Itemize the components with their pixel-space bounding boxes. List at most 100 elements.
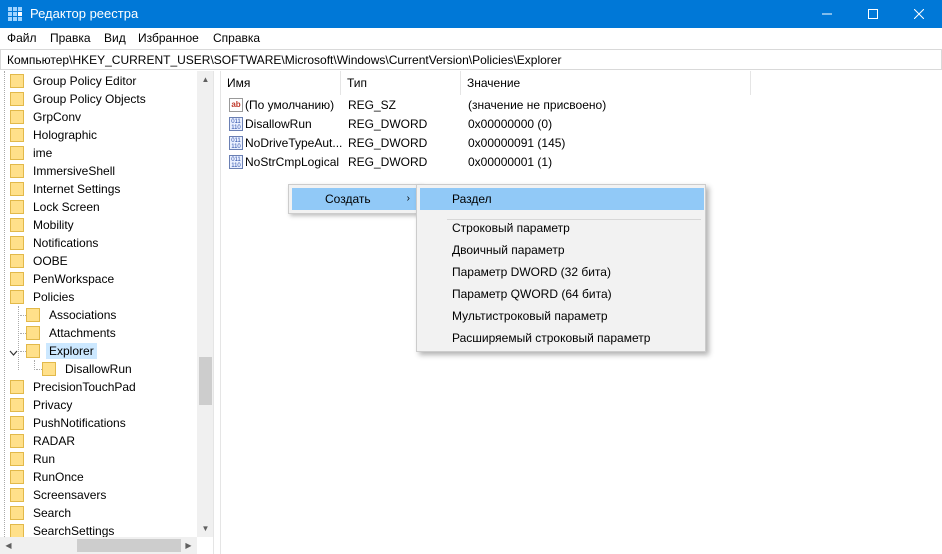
submenu-item[interactable]: Мультистроковый параметр xyxy=(420,305,704,327)
submenu-item-label: Параметр QWORD (64 бита) xyxy=(452,287,612,301)
folder-icon xyxy=(26,326,40,340)
folder-icon xyxy=(10,524,24,538)
folder-icon xyxy=(10,164,24,178)
submenu-item-label: Двоичный параметр xyxy=(452,243,565,257)
folder-icon xyxy=(10,146,24,160)
menu-help[interactable]: Справка xyxy=(213,31,260,46)
tree-item[interactable]: Privacy xyxy=(10,396,75,414)
close-icon xyxy=(914,9,924,19)
tree-item[interactable]: ime xyxy=(10,144,55,162)
value-name: NoDriveTypeAut... xyxy=(245,136,343,150)
tree-item[interactable]: Internet Settings xyxy=(10,180,123,198)
tree-item[interactable]: Run xyxy=(10,450,58,468)
submenu-item-label: Расширяемый строковый параметр xyxy=(452,331,651,345)
folder-icon xyxy=(10,434,24,448)
submenu-item[interactable]: Параметр QWORD (64 бита) xyxy=(420,283,704,305)
tree-item[interactable]: Holographic xyxy=(10,126,100,144)
tree-horizontal-scrollbar[interactable]: ◀ ▶ xyxy=(0,537,197,554)
address-path[interactable]: Компьютер\HKEY_CURRENT_USER\SOFTWARE\Mic… xyxy=(7,53,561,67)
tree-item-label: Attachments xyxy=(49,326,116,340)
tree-item[interactable]: Group Policy Editor xyxy=(10,72,139,90)
tree-item-label: Lock Screen xyxy=(33,200,100,214)
tree-item[interactable]: PrecisionTouchPad xyxy=(10,378,139,396)
tree-item[interactable]: ImmersiveShell xyxy=(10,162,118,180)
minimize-icon xyxy=(822,13,832,15)
tree-item[interactable]: GrpConv xyxy=(10,108,84,126)
tree-item[interactable]: Policies xyxy=(10,288,77,306)
tree-item-label: Search xyxy=(33,506,72,520)
tree-item[interactable]: PenWorkspace xyxy=(10,270,117,288)
address-bar[interactable]: Компьютер\HKEY_CURRENT_USER\SOFTWARE\Mic… xyxy=(0,49,942,70)
value-row[interactable]: ab (По умолчанию) REG_SZ (значение не присв… xyxy=(221,96,941,115)
tree-item[interactable]: PushNotifications xyxy=(10,414,129,432)
folder-icon xyxy=(10,74,24,88)
tree-hscroll-thumb[interactable] xyxy=(77,539,181,552)
tree-item[interactable]: Notifications xyxy=(10,234,101,252)
context-menu: Создать › xyxy=(288,184,422,214)
string-value-icon: ab xyxy=(229,98,243,112)
tree-item-label: PrecisionTouchPad xyxy=(33,380,136,394)
column-header-type[interactable]: Тип xyxy=(341,71,461,95)
tree-item[interactable]: OOBE xyxy=(10,252,71,270)
tree-item[interactable]: Mobility xyxy=(10,216,77,234)
column-header-value[interactable]: Значение xyxy=(461,71,751,95)
value-type: REG_SZ xyxy=(348,98,397,112)
tree-item[interactable]: Screensavers xyxy=(10,486,109,504)
tree-vscroll-thumb[interactable] xyxy=(199,357,212,405)
folder-icon xyxy=(10,182,24,196)
tree-item[interactable]: Associations xyxy=(26,306,119,324)
submenu-item-label: Строковый параметр xyxy=(452,221,570,235)
minimize-button[interactable] xyxy=(804,0,850,28)
submenu-item[interactable]: Раздел xyxy=(420,188,704,210)
key-tree-panel[interactable]: Group Policy Editor Group Policy Objects G… xyxy=(0,71,214,554)
tree-item[interactable]: DisallowRun xyxy=(42,360,135,378)
tree-item[interactable]: RunOnce xyxy=(10,468,87,486)
folder-icon xyxy=(10,110,24,124)
submenu-item-label: Мультистроковый параметр xyxy=(452,309,608,323)
tree-vertical-scrollbar[interactable]: ▲ ▼ xyxy=(197,71,213,537)
scroll-up-icon[interactable]: ▲ xyxy=(197,71,213,88)
folder-icon xyxy=(10,236,24,250)
tree-item-label: Internet Settings xyxy=(33,182,121,196)
tree-item[interactable]: Group Policy Objects xyxy=(10,90,149,108)
menu-bar: Файл Правка Вид Избранное Справка xyxy=(0,28,942,49)
tree-item[interactable]: Search xyxy=(10,504,74,522)
submenu-arrow-icon: › xyxy=(406,193,410,204)
title-bar[interactable]: Редактор реестра xyxy=(0,0,942,28)
value-type: REG_DWORD xyxy=(348,117,428,131)
tree-item[interactable]: RADAR xyxy=(10,432,78,450)
tree-item[interactable]: Lock Screen xyxy=(10,198,103,216)
folder-icon xyxy=(10,416,24,430)
folder-icon xyxy=(10,470,24,484)
menu-favorites[interactable]: Избранное xyxy=(138,31,199,46)
chevron-down-icon[interactable] xyxy=(9,347,18,356)
scroll-down-icon[interactable]: ▼ xyxy=(197,520,213,537)
maximize-button[interactable] xyxy=(850,0,896,28)
value-data: (значение не присвоено) xyxy=(468,98,607,112)
submenu-item[interactable]: Двоичный параметр xyxy=(420,239,704,261)
context-menu-create[interactable]: Создать › xyxy=(292,188,418,210)
value-name: (По умолчанию) xyxy=(245,98,335,112)
tree-item[interactable]: Attachments xyxy=(26,324,119,342)
folder-icon xyxy=(26,308,40,322)
scroll-left-icon[interactable]: ◀ xyxy=(0,537,17,554)
submenu-item[interactable]: Параметр DWORD (32 бита) xyxy=(420,261,704,283)
submenu-item-label: Параметр DWORD (32 бита) xyxy=(452,265,611,279)
menu-view[interactable]: Вид xyxy=(104,31,126,46)
column-header-name[interactable]: Имя xyxy=(221,71,341,95)
scroll-right-icon[interactable]: ▶ xyxy=(180,537,197,554)
value-data: 0x00000000 (0) xyxy=(468,117,553,131)
value-row[interactable]: 011 110 NoDriveTypeAut... REG_DWORD 0x000000… xyxy=(221,134,941,153)
close-button[interactable] xyxy=(896,0,942,28)
menu-file[interactable]: Файл xyxy=(7,31,37,46)
tree-item-label: GrpConv xyxy=(33,110,82,124)
submenu-item[interactable]: Строковый параметр xyxy=(420,217,704,239)
tree-item[interactable]: Explorer xyxy=(26,342,97,360)
tree-item-label: Privacy xyxy=(33,398,73,412)
value-row[interactable]: 011 110 DisallowRun REG_DWORD 0x00000000 (0) xyxy=(221,115,941,134)
folder-icon xyxy=(10,128,24,142)
menu-edit[interactable]: Правка xyxy=(50,31,91,46)
tree-guide-line xyxy=(34,360,35,370)
submenu-item[interactable]: Расширяемый строковый параметр xyxy=(420,327,704,349)
value-row[interactable]: 011 110 NoStrCmpLogical REG_DWORD 0x00000001… xyxy=(221,153,941,172)
